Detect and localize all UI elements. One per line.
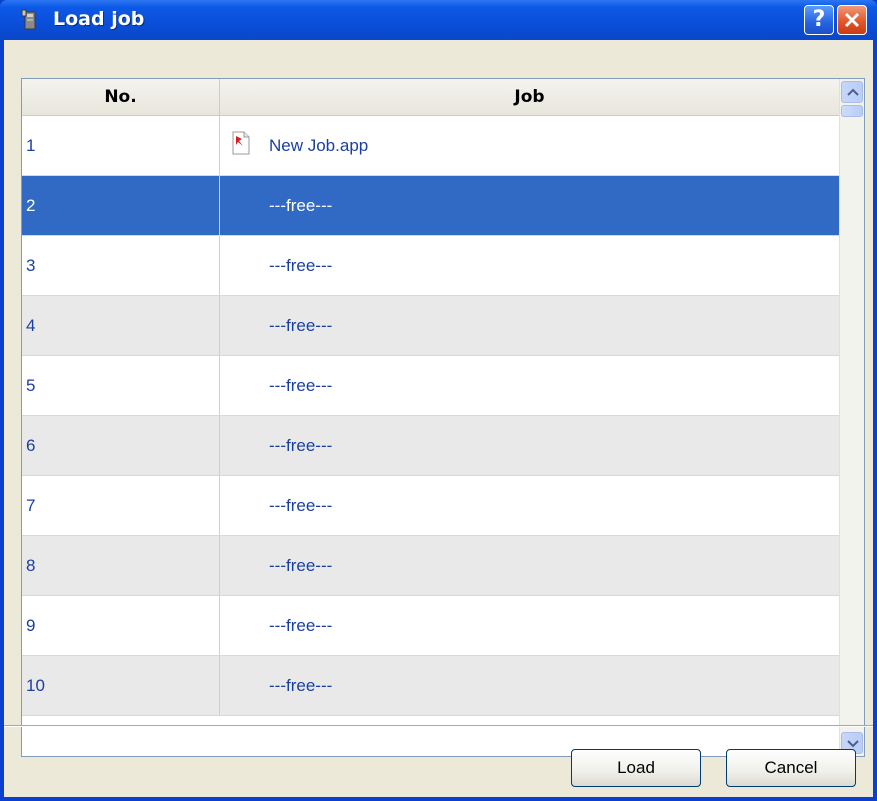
- title-bar[interactable]: Load job ?: [0, 0, 877, 40]
- table-row[interactable]: 6 ---free---: [22, 416, 839, 476]
- table-row[interactable]: 7 ---free---: [22, 476, 839, 536]
- chevron-up-icon: [847, 88, 859, 96]
- row-number: 6: [22, 416, 220, 475]
- cancel-button[interactable]: Cancel: [726, 749, 856, 787]
- table-row[interactable]: 1 New Job.app: [22, 116, 839, 176]
- column-header-job[interactable]: Job: [220, 79, 839, 116]
- table-row-selected[interactable]: 2 ---free---: [22, 176, 839, 236]
- row-number: 9: [22, 596, 220, 655]
- job-table: No. Job 1 New Job.app 2 ---free--- 3 ---…: [21, 78, 865, 757]
- close-icon: [844, 12, 860, 28]
- load-button[interactable]: Load: [571, 749, 701, 787]
- column-header-no[interactable]: No.: [22, 79, 220, 116]
- window-title: Load job: [53, 8, 145, 30]
- job-name: ---free---: [269, 376, 333, 395]
- row-number: 5: [22, 356, 220, 415]
- job-name: ---free---: [269, 316, 333, 335]
- table-row[interactable]: 8 ---free---: [22, 536, 839, 596]
- job-name: ---free---: [269, 196, 333, 215]
- job-file-icon: [232, 131, 250, 155]
- scroll-thumb[interactable]: [841, 105, 863, 117]
- chevron-down-icon: [847, 740, 859, 748]
- job-name: ---free---: [269, 676, 333, 695]
- table-row[interactable]: 3 ---free---: [22, 236, 839, 296]
- row-number: 4: [22, 296, 220, 355]
- app-icon: [21, 9, 36, 30]
- job-name: ---free---: [269, 436, 333, 455]
- job-cell: ---free---: [220, 416, 839, 475]
- job-name: ---free---: [269, 496, 333, 515]
- job-cell: ---free---: [220, 296, 839, 355]
- job-cell: ---free---: [220, 656, 839, 715]
- job-cell: ---free---: [220, 476, 839, 535]
- scroll-up-button[interactable]: [841, 81, 863, 103]
- load-job-window: Load job ? No. Job 1 New Job.app 2 ---fr…: [0, 0, 877, 801]
- dialog-body: No. Job 1 New Job.app 2 ---free--- 3 ---…: [4, 40, 873, 797]
- row-number: 10: [22, 656, 220, 715]
- row-number: 3: [22, 236, 220, 295]
- row-number: 1: [22, 116, 220, 175]
- job-cell: ---free---: [220, 236, 839, 295]
- job-cell: ---free---: [220, 356, 839, 415]
- job-cell: ---free---: [220, 596, 839, 655]
- help-button[interactable]: ?: [804, 5, 834, 35]
- divider: [4, 725, 873, 727]
- table-row[interactable]: 9 ---free---: [22, 596, 839, 656]
- job-name: ---free---: [269, 556, 333, 575]
- vertical-scrollbar[interactable]: [839, 79, 864, 756]
- job-cell: New Job.app: [220, 116, 839, 175]
- job-cell: ---free---: [220, 176, 839, 235]
- row-number: 2: [22, 176, 220, 235]
- job-cell: ---free---: [220, 536, 839, 595]
- table-row[interactable]: 4 ---free---: [22, 296, 839, 356]
- job-name: New Job.app: [269, 136, 369, 155]
- table-row[interactable]: 10 ---free---: [22, 656, 839, 716]
- row-number: 7: [22, 476, 220, 535]
- job-name: ---free---: [269, 616, 333, 635]
- close-button[interactable]: [837, 5, 867, 35]
- job-name: ---free---: [269, 256, 333, 275]
- table-row[interactable]: 5 ---free---: [22, 356, 839, 416]
- row-number: 8: [22, 536, 220, 595]
